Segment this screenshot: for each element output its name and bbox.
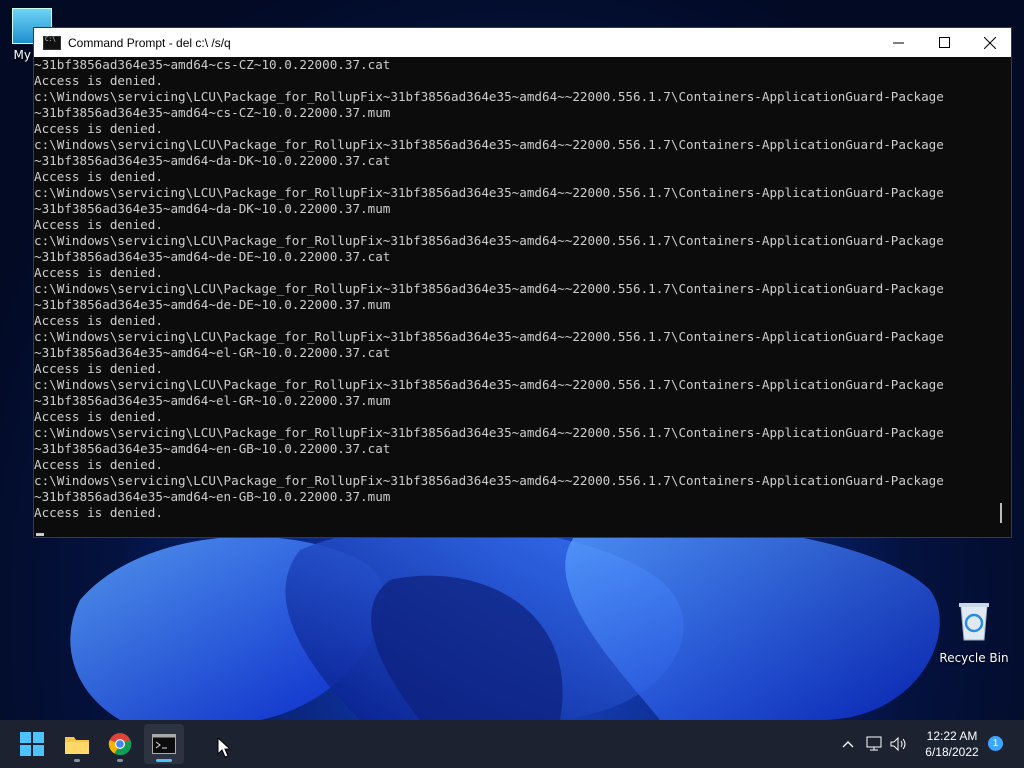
taskbar: 12:22 AM 6/18/2022	[0, 720, 1024, 768]
chevron-up-icon	[842, 741, 854, 748]
window-title: Command Prompt - del c:\ /s/q	[68, 35, 231, 50]
windows-logo-icon	[20, 732, 44, 756]
console-line: Access is denied.	[34, 313, 163, 328]
console-line: ~31bf3856ad364e35~amd64~el-GR~10.0.22000…	[34, 345, 391, 360]
running-indicator	[74, 759, 80, 762]
notification-badge[interactable]: 1	[988, 736, 1003, 751]
console-line: c:\Windows\servicing\LCU\Package_for_Rol…	[34, 233, 944, 248]
volume-icon	[890, 736, 906, 752]
clock-date: 6/18/2022	[925, 745, 979, 759]
console-line: c:\Windows\servicing\LCU\Package_for_Rol…	[34, 281, 944, 296]
command-prompt-icon	[152, 734, 176, 754]
console-line: c:\Windows\servicing\LCU\Package_for_Rol…	[34, 377, 944, 392]
console-line: ~31bf3856ad364e35~amd64~en-GB~10.0.22000…	[34, 489, 391, 504]
wallpaper-bloom	[70, 523, 940, 720]
taskbar-clock[interactable]: 12:22 AM 6/18/2022	[914, 728, 990, 760]
console-line: ~31bf3856ad364e35~amd64~de-DE~10.0.22000…	[34, 297, 391, 312]
console-line: ~31bf3856ad364e35~amd64~de-DE~10.0.22000…	[34, 249, 391, 264]
taskbar-chrome[interactable]	[100, 724, 140, 764]
running-indicator	[117, 759, 123, 762]
desktop-icon-label: Recycle Bin	[939, 651, 1009, 665]
show-hidden-icons-button[interactable]	[838, 724, 858, 764]
console-line: Access is denied.	[34, 169, 163, 184]
clock-time: 12:22 AM	[926, 729, 978, 743]
console-output[interactable]: ~31bf3856ad364e35~amd64~cs-CZ~10.0.22000…	[34, 57, 994, 537]
start-button[interactable]	[12, 724, 52, 764]
close-icon	[984, 36, 996, 49]
mouse-pointer-icon	[217, 737, 231, 758]
console-line: ~31bf3856ad364e35~amd64~en-GB~10.0.22000…	[34, 441, 391, 456]
console-line: Access is denied.	[34, 73, 163, 88]
desktop-icon-recycle-bin[interactable]: Recycle Bin	[934, 600, 1014, 665]
minimize-button[interactable]	[875, 28, 921, 57]
console-line: ~31bf3856ad364e35~amd64~el-GR~10.0.22000…	[34, 393, 391, 408]
console-line: ~31bf3856ad364e35~amd64~da-DK~10.0.22000…	[34, 153, 391, 168]
network-button[interactable]	[864, 724, 886, 764]
network-icon	[866, 736, 882, 751]
maximize-icon	[938, 37, 950, 48]
console-line: Access is denied.	[34, 217, 163, 232]
volume-button[interactable]	[889, 724, 911, 764]
console-line: c:\Windows\servicing\LCU\Package_for_Rol…	[34, 473, 944, 488]
chrome-icon	[108, 733, 132, 756]
console-line: ~31bf3856ad364e35~amd64~da-DK~10.0.22000…	[34, 201, 391, 216]
console-line: Access is denied.	[34, 361, 163, 376]
maximize-button[interactable]	[921, 28, 967, 57]
minimize-icon	[892, 42, 904, 44]
recycle-bin-icon	[959, 603, 989, 641]
console-line: Access is denied.	[34, 457, 163, 472]
file-explorer-icon	[65, 737, 89, 754]
console-line: c:\Windows\servicing\LCU\Package_for_Rol…	[34, 137, 944, 152]
console-line: c:\Windows\servicing\LCU\Package_for_Rol…	[34, 89, 944, 104]
console-line: c:\Windows\servicing\LCU\Package_for_Rol…	[34, 185, 944, 200]
console-line: c:\Windows\servicing\LCU\Package_for_Rol…	[34, 425, 944, 440]
command-prompt-icon	[43, 35, 61, 50]
console-line: ~31bf3856ad364e35~amd64~cs-CZ~10.0.22000…	[34, 105, 391, 120]
command-prompt-window[interactable]: Command Prompt - del c:\ /s/q ~31bf3856a…	[33, 27, 1012, 538]
close-button[interactable]	[967, 28, 1013, 57]
console-line: Access is denied.	[34, 505, 163, 520]
window-titlebar[interactable]: Command Prompt - del c:\ /s/q	[34, 28, 1011, 57]
active-indicator	[156, 759, 172, 762]
console-line: ~31bf3856ad364e35~amd64~cs-CZ~10.0.22000…	[34, 57, 391, 72]
console-line: c:\Windows\servicing\LCU\Package_for_Rol…	[34, 329, 944, 344]
console-line: Access is denied.	[34, 409, 163, 424]
taskbar-file-explorer[interactable]	[57, 724, 97, 764]
scrollbar-thumb[interactable]	[1000, 503, 1002, 523]
console-line: Access is denied.	[34, 121, 163, 136]
text-cursor	[36, 533, 44, 536]
taskbar-command-prompt[interactable]	[144, 724, 184, 764]
console-line: Access is denied.	[34, 265, 163, 280]
